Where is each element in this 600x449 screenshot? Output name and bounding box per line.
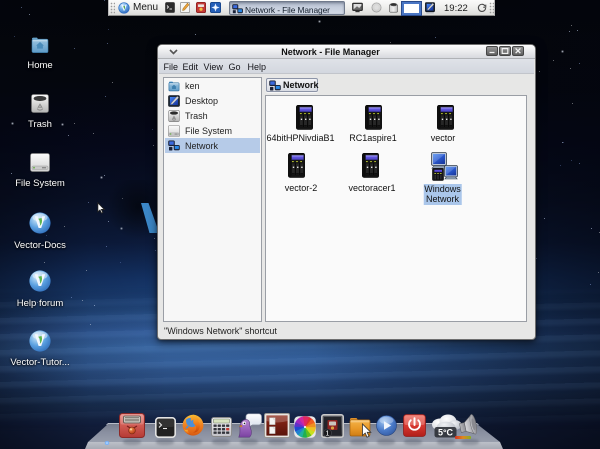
svg-text:1: 1 <box>325 429 329 438</box>
svg-text:5°C: 5°C <box>438 427 454 437</box>
